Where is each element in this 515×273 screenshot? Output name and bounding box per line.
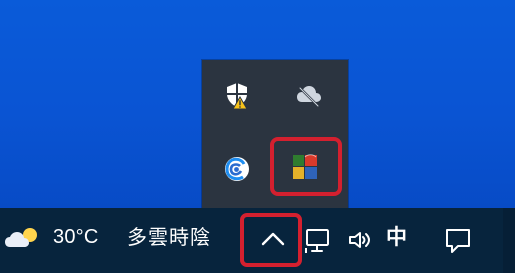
spiral-app-icon[interactable] xyxy=(220,152,254,186)
volume-icon[interactable] xyxy=(345,226,375,254)
colorful-app-icon[interactable] xyxy=(288,150,322,184)
security-shield-warning-icon[interactable] xyxy=(220,78,254,112)
hidden-icons-flyout xyxy=(202,60,348,208)
ime-indicator[interactable]: 中 xyxy=(386,225,407,249)
partly-cloudy-icon[interactable] xyxy=(4,225,42,251)
notification-icon[interactable] xyxy=(443,226,473,256)
cloud-sync-icon[interactable] xyxy=(292,78,326,112)
network-icon[interactable] xyxy=(302,226,336,256)
chevron-up-icon xyxy=(260,231,286,251)
weather-temperature[interactable]: 30°C xyxy=(53,225,99,249)
show-hidden-icons-button[interactable] xyxy=(253,221,293,261)
weather-condition[interactable]: 多雲時陰 xyxy=(127,225,211,249)
taskbar: 30°C 多雲時陰 中 xyxy=(0,208,515,273)
taskbar-edge xyxy=(503,208,515,273)
